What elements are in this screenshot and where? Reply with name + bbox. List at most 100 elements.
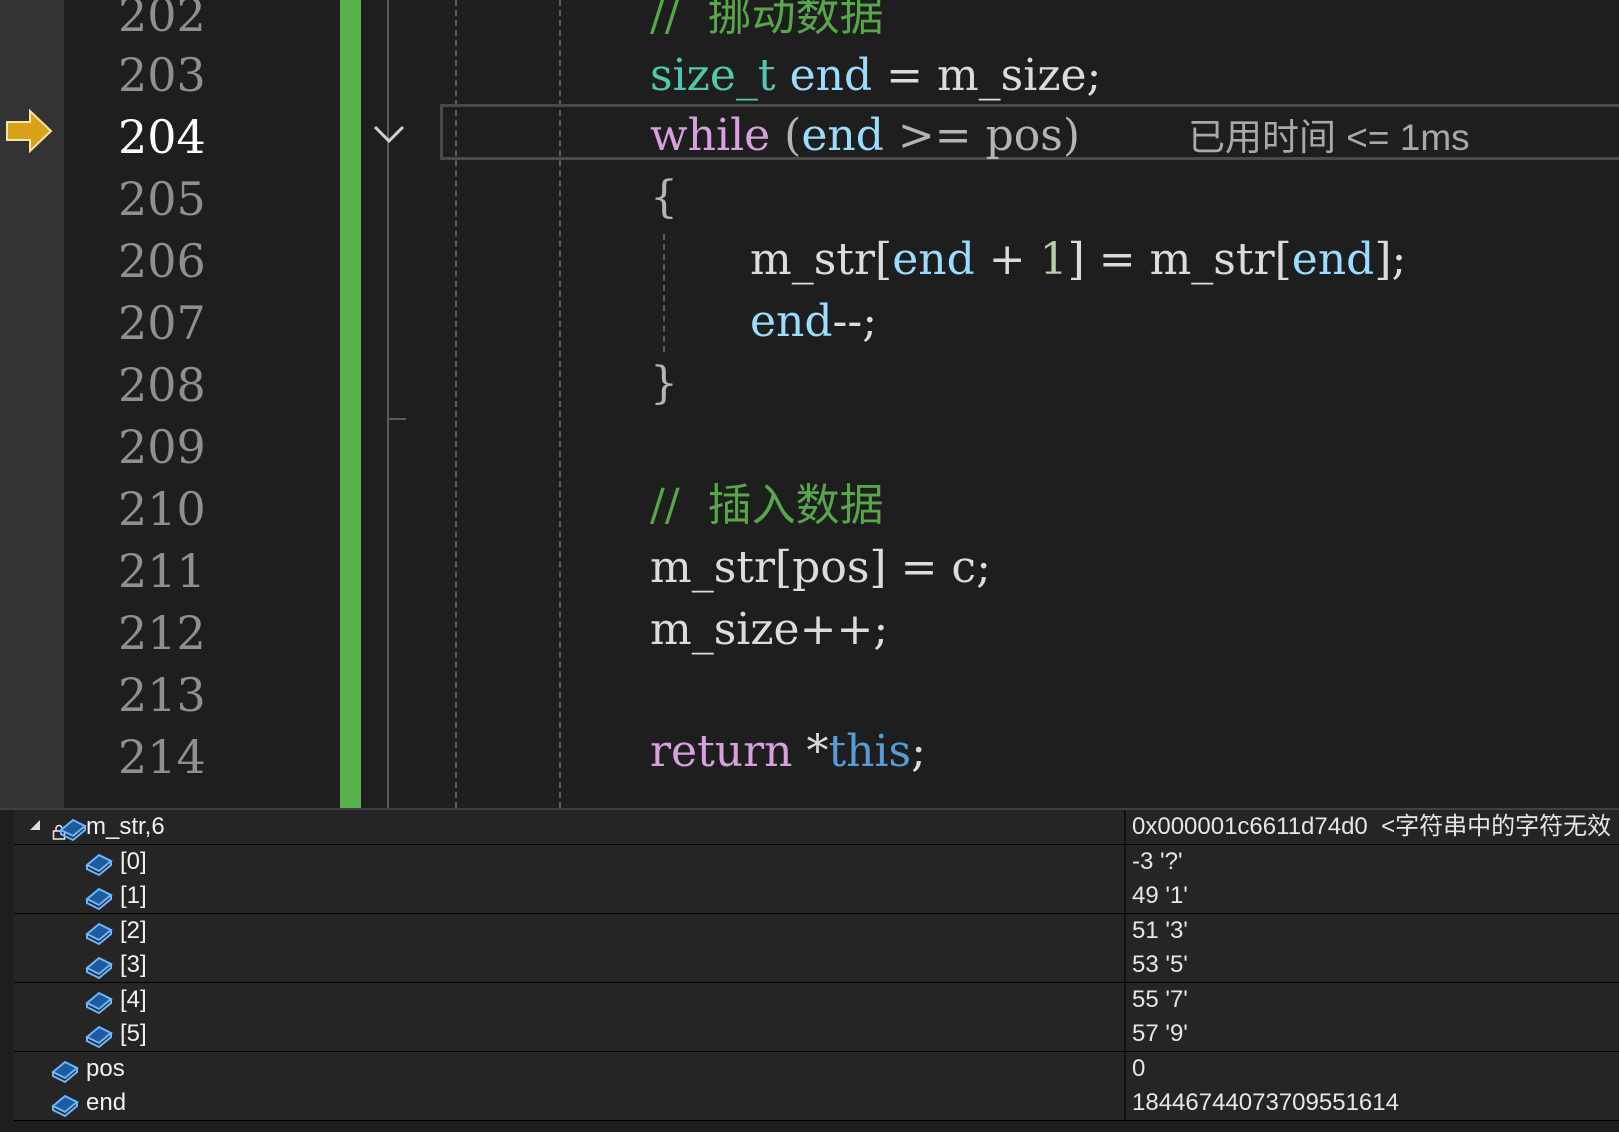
code-line-208: } [650, 358, 678, 409]
code-line-203: size_t end = m_size; [650, 44, 1101, 108]
object-cube-icon [85, 991, 113, 1014]
breakpoint-margin[interactable] [0, 0, 64, 808]
code-line-214: return *this; [650, 720, 926, 784]
code-token: 1 [1039, 234, 1068, 285]
object-cube-icon [85, 922, 113, 945]
locals-row[interactable]: [4] 55 '7' [14, 982, 1619, 1018]
locals-name-cell: [2] [14, 914, 1124, 948]
code-line-206: m_str[end + 1] = m_str[end]; [750, 228, 1406, 292]
code-token: m_str[ [750, 234, 893, 285]
code-token: end [789, 50, 873, 101]
code-token: = m_size; [872, 50, 1102, 101]
object-cube-icon [85, 853, 113, 876]
code-line-212: m_size++; [650, 604, 889, 655]
line-number: 202 [118, 0, 206, 42]
code-line-207: end--; [750, 290, 877, 354]
object-cube-icon [51, 1060, 79, 1083]
code-token: ( [770, 110, 802, 161]
variable-name: [0] [120, 847, 147, 875]
variable-value[interactable]: 49 '1' [1132, 879, 1188, 913]
variable-value[interactable]: 55 '7' [1132, 983, 1188, 1017]
variable-name: [5] [120, 1020, 147, 1047]
variable-value[interactable]: 51 '3' [1132, 914, 1188, 948]
code-comment: // 挪动数据 [650, 0, 884, 41]
code-line-205: { [650, 172, 678, 223]
indent-guide [663, 234, 665, 352]
line-number: 203 [118, 48, 206, 102]
locals-row[interactable]: [2] 51 '3' [14, 913, 1619, 949]
code-line-211: m_str[pos] = c; [650, 542, 991, 593]
column-separator [1124, 1017, 1126, 1052]
object-cube-icon [51, 1094, 79, 1118]
variable-name: pos [86, 1054, 125, 1082]
object-cube-icon [85, 1025, 113, 1049]
code-token: end [801, 110, 884, 161]
locals-name-cell: [0] [14, 845, 1124, 879]
variable-value[interactable]: 0 [1132, 1052, 1145, 1086]
line-number: 207 [118, 296, 206, 350]
variable-name: [3] [120, 951, 147, 978]
code-comment: // 插入数据 [650, 480, 884, 531]
column-separator [1124, 879, 1126, 914]
column-separator [1124, 844, 1126, 879]
code-token: end [1291, 234, 1375, 285]
line-number: 211 [118, 544, 206, 598]
code-token: --; [832, 296, 878, 347]
variable-name: [2] [120, 916, 147, 944]
locals-row[interactable]: end 18446744073709551614 [14, 1086, 1619, 1122]
line-number-current: 204 [118, 110, 206, 164]
variable-value[interactable]: 18446744073709551614 [1132, 1086, 1399, 1120]
variable-value[interactable]: 0x000001c6611d74d0 <字符串中的字符无效 [1132, 810, 1611, 844]
code-token: * [792, 726, 829, 777]
variable-name: m_str,6 [86, 813, 165, 840]
code-token: >= pos) [883, 110, 1080, 161]
code-token: ; [911, 726, 926, 777]
column-separator [1124, 1051, 1126, 1086]
column-separator [1124, 913, 1126, 948]
code-token: ] = m_str[ [1067, 234, 1292, 285]
locals-row[interactable]: pos 0 [14, 1051, 1619, 1087]
code-token: end [750, 296, 833, 347]
column-separator [1124, 982, 1126, 1017]
expanded-triangle-icon[interactable] [26, 814, 44, 836]
variable-value[interactable]: 57 '9' [1132, 1017, 1188, 1051]
locals-name-cell: m_str,6 [14, 810, 1124, 844]
column-separator [1124, 1086, 1126, 1121]
variable-value[interactable]: -3 '?' [1132, 845, 1183, 879]
line-number: 206 [118, 234, 206, 288]
line-number: 208 [118, 358, 206, 412]
change-tracking-bar [340, 0, 361, 808]
chevron-down-icon[interactable] [372, 122, 406, 146]
locals-row[interactable]: [0] -3 '?' [14, 844, 1619, 880]
locals-row[interactable]: [3] 53 '5' [14, 948, 1619, 984]
outline-fold-end [387, 418, 406, 420]
code-token: size_t [650, 50, 776, 101]
line-number: 205 [118, 172, 206, 226]
code-token: + [974, 234, 1040, 285]
code-token: this [828, 726, 912, 777]
variable-value[interactable]: 53 '5' [1132, 948, 1188, 982]
locals-row[interactable]: m_str,6 0x000001c6611d74d0 <字符串中的字符无效 [14, 810, 1619, 846]
locals-row[interactable]: [5] 57 '9' [14, 1017, 1619, 1053]
perf-tip[interactable]: 已用时间 <= 1ms [1188, 110, 1470, 166]
object-cube-icon [85, 956, 113, 980]
line-number: 214 [118, 730, 206, 784]
column-separator [1124, 948, 1126, 983]
code-token: end [892, 234, 975, 285]
locals-name-cell: end [14, 1086, 1124, 1120]
code-line-204: while (end >= pos) [650, 104, 1080, 168]
variable-name: [1] [120, 882, 147, 909]
code-token: return [650, 726, 793, 777]
locals-row[interactable]: [1] 49 '1' [14, 879, 1619, 915]
variable-name: [4] [120, 985, 147, 1013]
line-number: 212 [118, 606, 206, 660]
line-number: 213 [118, 668, 206, 722]
variable-name: end [86, 1089, 127, 1116]
locals-name-cell: [3] [14, 948, 1124, 982]
object-cube-icon [85, 887, 113, 911]
code-editor[interactable]: 202 203 204 205 206 207 208 209 210 211 … [0, 0, 1619, 808]
code-token: ]; [1374, 234, 1407, 285]
code-token: while [650, 110, 771, 161]
column-separator [1124, 810, 1126, 845]
object-cube-icon [59, 818, 87, 842]
